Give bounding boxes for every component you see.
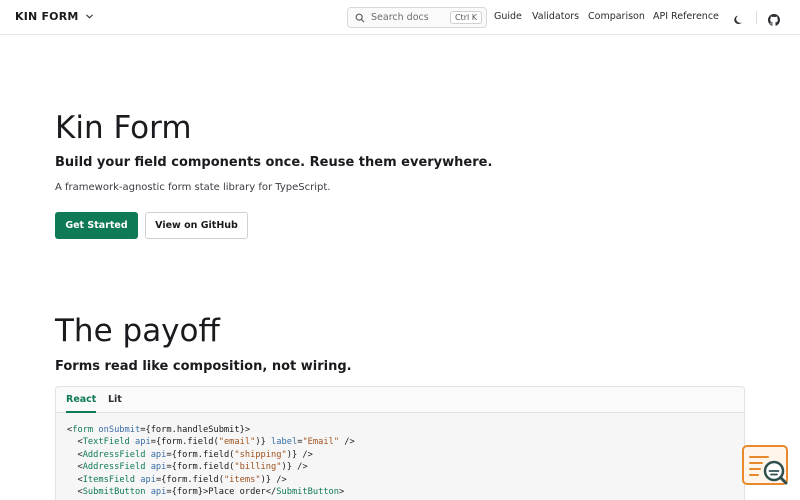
hero-title: Kin Form bbox=[55, 110, 192, 146]
code-token: < bbox=[67, 437, 83, 448]
active-tab-indicator bbox=[66, 411, 96, 413]
brand-menu[interactable]: KIN FORM bbox=[15, 10, 94, 23]
nav-api-reference[interactable]: API Reference bbox=[653, 11, 719, 22]
view-on-github-button[interactable]: View on GitHub bbox=[145, 212, 248, 239]
tab-lit[interactable]: Lit bbox=[108, 394, 122, 405]
code-token: < bbox=[67, 449, 83, 460]
code-line: <ItemsField api={form.field("items")} /> bbox=[67, 474, 355, 486]
code-token: api bbox=[150, 449, 167, 460]
code-token: )} /> bbox=[281, 462, 308, 473]
code-token: "Email" bbox=[302, 437, 340, 448]
header-divider bbox=[756, 11, 757, 24]
code-line: <AddressField api={form.field("shipping"… bbox=[67, 449, 355, 461]
search-placeholder: Search docs bbox=[371, 12, 429, 23]
tab-react[interactable]: React bbox=[66, 394, 96, 405]
chevron-down-icon bbox=[85, 12, 94, 21]
code-token: ={form.handleSubmit}> bbox=[140, 425, 251, 435]
code-token: < bbox=[67, 487, 83, 498]
code-token: api bbox=[150, 462, 167, 473]
nav-validators[interactable]: Validators bbox=[532, 11, 579, 22]
code-token: api bbox=[140, 474, 156, 485]
code-token: TextField bbox=[82, 437, 130, 448]
code-token: "billing" bbox=[234, 462, 282, 473]
code-token: < bbox=[67, 462, 83, 473]
hero-subtitle: Build your field components once. Reuse … bbox=[55, 155, 493, 170]
code-token: )} /> bbox=[260, 474, 287, 485]
top-nav-bar: KIN FORM Search docs Ctrl K Guide Valida… bbox=[0, 0, 800, 35]
code-token: SubmitButton bbox=[276, 487, 340, 498]
code-token: AddressField bbox=[82, 449, 146, 460]
search-icon bbox=[355, 8, 365, 27]
code-line: <AddressField api={form.field("billing")… bbox=[67, 461, 355, 473]
code-line: <SubmitButton api={form}>Place order</Su… bbox=[67, 486, 355, 498]
code-token: ={form.field( bbox=[155, 474, 224, 485]
payoff-title: The payoff bbox=[55, 313, 220, 349]
get-started-button[interactable]: Get Started bbox=[55, 212, 138, 239]
code-token: "items" bbox=[223, 474, 261, 485]
code-token: AddressField bbox=[82, 462, 146, 473]
code-token: "shipping" bbox=[234, 449, 287, 460]
code-token: ItemsField bbox=[82, 474, 136, 485]
code-token: )} bbox=[255, 437, 272, 448]
code-token: "email" bbox=[218, 437, 256, 448]
search-box[interactable]: Search docs Ctrl K bbox=[347, 7, 487, 28]
code-token: > bbox=[339, 487, 345, 498]
code-token: label bbox=[271, 437, 298, 448]
code-token: ={form.field( bbox=[150, 437, 219, 448]
hero-description: A framework-agnostic form state library … bbox=[55, 182, 331, 193]
code-token: /> bbox=[339, 437, 355, 448]
code-line: <TextField api={form.field("email")} lab… bbox=[67, 436, 355, 448]
moon-icon[interactable] bbox=[733, 11, 745, 24]
code-token: )} /> bbox=[286, 449, 313, 460]
brand-title: KIN FORM bbox=[15, 10, 79, 23]
search-shortcut: Ctrl K bbox=[449, 11, 482, 24]
search-chat-icon[interactable] bbox=[740, 445, 792, 489]
code-token: ={form.field( bbox=[166, 449, 235, 460]
code-token: api bbox=[135, 437, 151, 448]
code-token: ={form}>Place order</ bbox=[166, 487, 277, 498]
nav-comparison[interactable]: Comparison bbox=[588, 11, 645, 22]
code-line: <form onSubmit={form.handleSubmit}> bbox=[67, 424, 355, 436]
code-example-card: React Lit <form onSubmit={form.handleSub… bbox=[55, 386, 745, 500]
code-token: api bbox=[150, 487, 167, 498]
nav-guide[interactable]: Guide bbox=[494, 11, 522, 22]
code-token: ={form.field( bbox=[166, 462, 235, 473]
code-tabs: React Lit bbox=[56, 387, 744, 413]
github-icon[interactable] bbox=[768, 11, 780, 26]
code-block: <form onSubmit={form.handleSubmit}> <Tex… bbox=[67, 424, 355, 498]
code-token: onSubmit bbox=[98, 425, 141, 435]
code-token: SubmitButton bbox=[82, 487, 146, 498]
payoff-subtitle: Forms read like composition, not wiring. bbox=[55, 359, 352, 374]
code-token: form bbox=[72, 425, 94, 435]
code-token: < bbox=[67, 474, 83, 485]
